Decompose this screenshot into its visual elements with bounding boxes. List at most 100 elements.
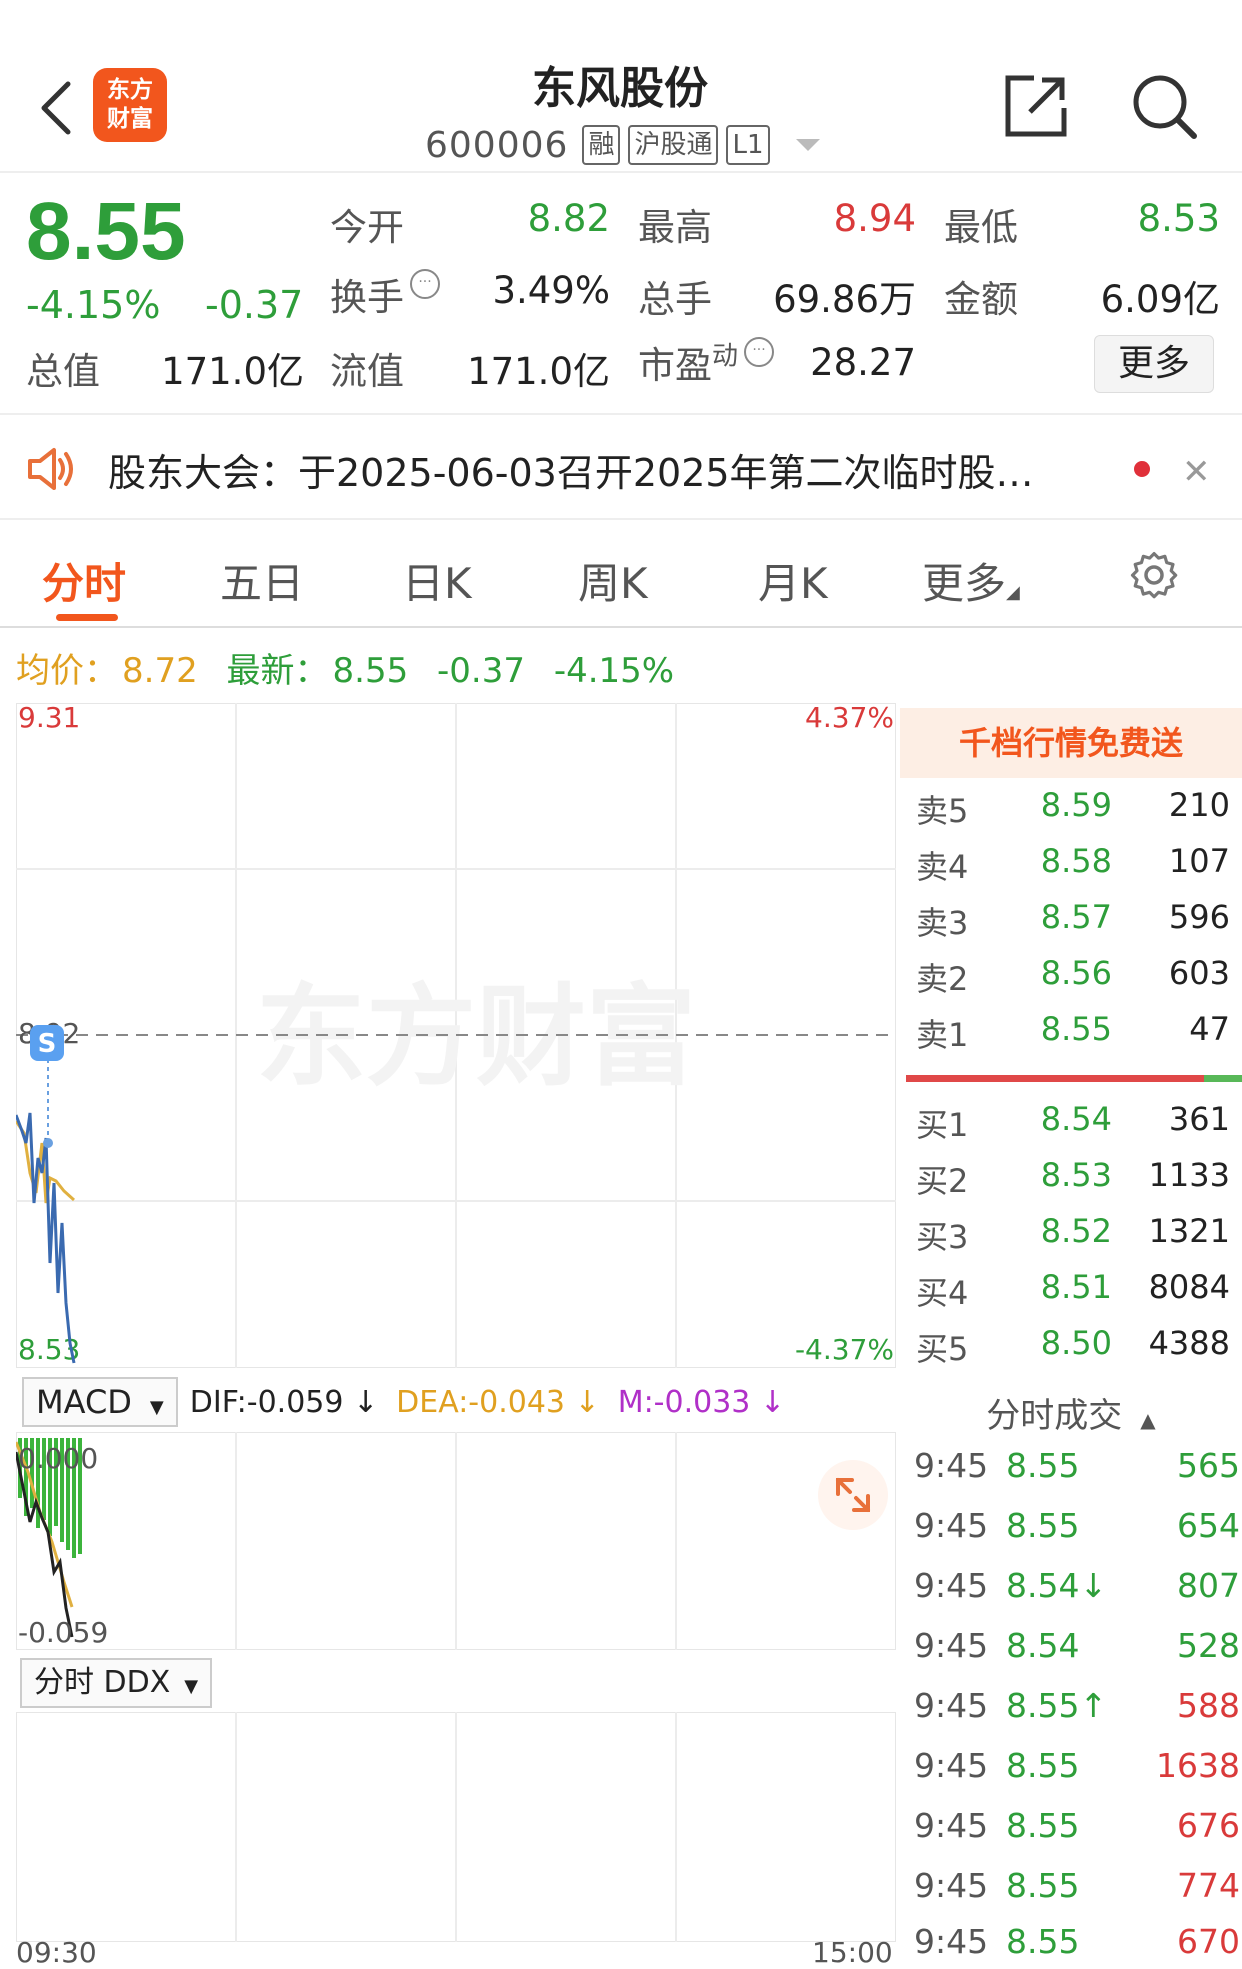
ticks-header[interactable]: 分时成交 ▲ [900,1388,1242,1444]
tick-price: 8.55↑ [1006,1686,1108,1725]
more-fields-button[interactable]: 更多 [1094,335,1214,393]
float-cap-value: 171.0亿 [467,350,610,393]
tick-row: 9:45 8.55 774 [900,1866,1240,1922]
macd-axis-top: 0.000 [18,1442,98,1475]
info-icon[interactable]: ··· [744,337,775,367]
open-value: 8.82 [527,197,610,240]
bid-volume: 8084 [1148,1268,1230,1306]
total-cap-value: 171.0亿 [161,350,304,393]
tick-row: 9:45 8.55 654 [900,1506,1240,1562]
ask-price: 8.58 [1040,842,1112,880]
tick-price: 8.55 [1006,1506,1080,1545]
bid-volume: 4388 [1148,1324,1230,1362]
info-icon[interactable]: ··· [410,269,440,299]
logo-text-bottom: 财富 [107,106,153,132]
dropdown-caret-icon[interactable] [795,139,820,151]
ask-volume: 107 [1168,842,1230,880]
logo-text-top: 东方 [107,77,153,103]
ask-volume: 596 [1168,898,1230,936]
connect-tag: 沪股通 [628,125,719,165]
chart-tabs: 分时 五日 日K 周K 月K 更多◢ [0,522,1242,628]
last-price: 8.55 [26,186,186,277]
ask-label: 卖4 [916,848,969,886]
time-axis-end: 15:00 [812,1936,893,1969]
select-caret-icon: ▼ [184,1676,199,1697]
bid-row: 买1 8.54 361 [900,1100,1230,1156]
tick-row: 9:45 8.55 670 [900,1922,1240,1968]
tick-price: 8.55 [1006,1806,1080,1845]
bid-price: 8.52 [1040,1212,1112,1250]
bid-label: 买5 [916,1330,969,1368]
tab-weekly-k[interactable]: 周K [578,550,648,611]
tick-time: 9:45 [914,1626,989,1665]
gear-icon[interactable] [1128,550,1180,602]
tick-volume: 1638 [1156,1746,1240,1785]
total-cap-label: 总值 [26,350,100,393]
tab-daily-k[interactable]: 日K [402,550,472,611]
notice-text[interactable]: 股东大会：于2025-06-03召开2025年第二次临时股… [108,442,1108,497]
search-icon[interactable] [1128,70,1200,142]
latest-value: 8.55 [332,651,409,691]
ddx-select-label: 分时 DDX [34,1665,171,1700]
tab-intraday[interactable]: 分时 [42,550,126,611]
volume-label: 总手 [638,278,712,321]
marker-dot [43,1138,53,1148]
share-icon[interactable] [1000,70,1072,142]
ask-row: 卖2 8.56 603 [900,954,1230,1010]
expand-icon[interactable] [818,1460,888,1530]
pe-value: 28.27 [810,341,916,384]
bid-price: 8.54 [1040,1100,1112,1138]
ask-volume: 210 [1168,786,1230,824]
tick-time: 9:45 [914,1506,989,1545]
stock-code-row[interactable]: 600006 融 沪股通 L1 [425,122,820,168]
ask-row: 卖3 8.57 596 [900,898,1230,954]
tab-five-day[interactable]: 五日 [220,550,304,611]
speaker-icon [28,448,73,490]
ask-price: 8.55 [1040,1010,1112,1048]
ask-label: 卖5 [916,792,969,830]
avg-value: 8.72 [122,651,198,691]
tick-volume: 807 [1177,1566,1240,1605]
tab-monthly-k[interactable]: 月K [758,550,828,611]
bid-label: 买4 [916,1274,969,1312]
notice-bar[interactable]: 股东大会：于2025-06-03召开2025年第二次临时股… [0,418,1242,520]
promo-banner[interactable]: 千档行情免费送 [900,708,1242,778]
tick-row: 9:45 8.55 676 [900,1806,1240,1862]
bid-price: 8.50 [1040,1324,1112,1362]
low-label: 最低 [944,206,1018,249]
macd-axis-bottom: -0.059 [18,1616,108,1649]
bid-label: 买2 [916,1162,969,1200]
ask-volume: 603 [1168,954,1230,992]
watermark: 东方财富 [256,973,696,1101]
tick-time: 9:45 [914,1566,989,1605]
price-top-label: 9.31 [18,703,80,734]
tick-row: 9:45 8.54 528 [900,1626,1240,1682]
tick-time: 9:45 [914,1806,989,1845]
tick-time: 9:45 [914,1686,989,1725]
macd-m: M:-0.033 ↓ [617,1384,786,1420]
level-tag: L1 [726,125,770,165]
bid-volume: 1133 [1148,1156,1230,1194]
close-icon[interactable]: ✕ [1182,452,1211,492]
ddx-chart[interactable] [16,1712,896,1942]
bid-label: 买3 [916,1218,969,1256]
tick-price: 8.55 [1006,1446,1080,1485]
stock-name: 东风股份 [532,63,708,114]
high-label: 最高 [638,206,712,249]
tab-more[interactable]: 更多◢ [922,550,1020,611]
macd-chart[interactable]: 0.000 -0.059 [16,1432,896,1650]
ask-price: 8.59 [1040,786,1112,824]
ask-label: 卖1 [916,1016,969,1054]
app-logo[interactable]: 东方 财富 [93,68,167,142]
back-arrow-icon[interactable] [36,78,76,138]
float-cap-label: 流值 [330,350,404,393]
ask-row: 卖5 8.59 210 [900,786,1230,842]
pe-label[interactable]: 市盈动 ··· [638,335,775,389]
macd-dea: DEA:-0.043 ↓ [396,1384,600,1420]
ddx-select[interactable]: 分时 DDX ▼ [20,1658,213,1708]
bid-volume: 361 [1168,1100,1230,1138]
change-value: -0.37 [205,283,304,327]
turnover-label[interactable]: 换手 ··· [330,267,440,321]
indicator-select[interactable]: MACD ▼ [22,1377,178,1427]
intraday-chart[interactable]: 东方财富 8.92 9.31 8.53 4.37% -4.37% S [16,703,896,1368]
